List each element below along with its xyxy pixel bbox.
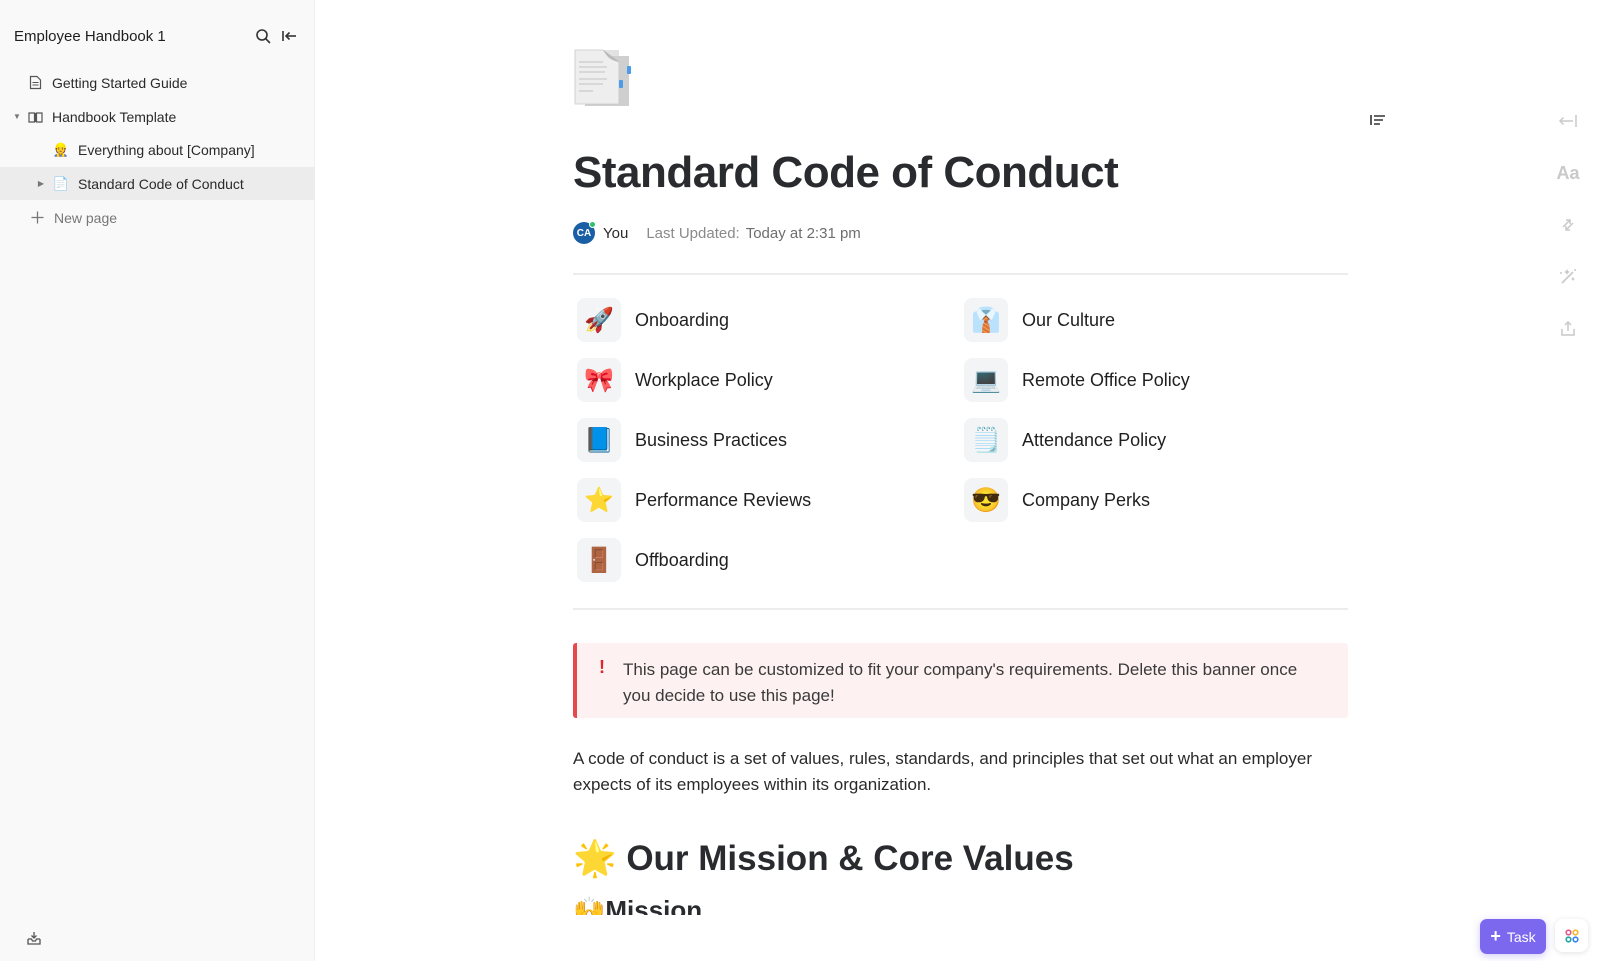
share-export-icon[interactable] xyxy=(1554,316,1582,342)
office-worker-icon: 👷 xyxy=(52,141,70,157)
page-link-workplace-policy[interactable]: 🎀 Workplace Policy xyxy=(577,358,773,402)
heading-mission[interactable]: 🙌Mission xyxy=(573,895,702,915)
star-icon: ⭐ xyxy=(577,478,621,522)
add-task-button[interactable]: + Task xyxy=(1480,919,1546,954)
sunglasses-face-icon: 😎 xyxy=(964,478,1008,522)
plus-icon: + xyxy=(1490,926,1501,946)
glowing-star-icon: 🌟 xyxy=(573,839,617,878)
raised-hands-icon: 🙌 xyxy=(573,895,606,915)
page-link-business-practices[interactable]: 📘 Business Practices xyxy=(577,418,787,462)
author-name: You xyxy=(603,224,629,242)
document-icon xyxy=(26,74,44,92)
sidebar-item-handbook-template[interactable]: ▼ Handbook Template xyxy=(0,100,315,133)
divider xyxy=(573,273,1348,275)
online-status-dot xyxy=(589,221,596,228)
sidebar-item-label: Getting Started Guide xyxy=(52,74,188,91)
collapse-right-icon[interactable] xyxy=(1554,108,1582,134)
chevron-down-icon[interactable]: ▼ xyxy=(12,112,22,121)
page-link-onboarding[interactable]: 🚀 Onboarding xyxy=(577,298,729,342)
sidebar-item-label: Everything about [Company] xyxy=(78,141,255,158)
relations-icon[interactable] xyxy=(1554,212,1582,238)
intro-paragraph[interactable]: A code of conduct is a set of values, ru… xyxy=(573,746,1348,798)
heading-mission-core-values[interactable]: 🌟 Our Mission & Core Values xyxy=(573,838,1074,879)
door-icon: 🚪 xyxy=(577,538,621,582)
last-updated-value: Today at 2:31 pm xyxy=(745,224,861,242)
search-icon[interactable] xyxy=(252,25,274,47)
avatar[interactable]: CA xyxy=(573,221,596,244)
heading-mission-clip: 🙌Mission xyxy=(573,893,1348,915)
sidebar-item-standard-code-of-conduct[interactable]: ▶ 📄 Standard Code of Conduct xyxy=(0,167,315,200)
collapse-sidebar-icon[interactable] xyxy=(278,25,300,47)
sidebar-item-label: Handbook Template xyxy=(52,108,177,125)
page-with-curl-icon[interactable] xyxy=(573,46,633,106)
necktie-icon: 👔 xyxy=(964,298,1008,342)
blue-book-icon: 📘 xyxy=(577,418,621,462)
page-meta: CA You Last Updated: Today at 2:31 pm xyxy=(573,221,861,244)
exclamation-icon: ! xyxy=(599,657,605,677)
table-of-contents-icon[interactable] xyxy=(1369,112,1387,130)
callout-banner: ! This page can be customized to fit you… xyxy=(573,643,1348,718)
chevron-right-icon[interactable]: ▶ xyxy=(36,179,46,188)
page-link-performance-reviews[interactable]: ⭐ Performance Reviews xyxy=(577,478,811,522)
new-page-label: New page xyxy=(54,209,118,226)
sidebar-header: Employee Handbook 1 xyxy=(14,24,300,48)
laptop-icon: 💻 xyxy=(964,358,1008,402)
sidebar: Employee Handbook 1 Getting Started Guid… xyxy=(0,0,315,961)
page-link-remote-office-policy[interactable]: 💻 Remote Office Policy xyxy=(964,358,1190,402)
last-updated-label: Last Updated: xyxy=(646,224,740,242)
spiral-notepad-icon: 🗒️ xyxy=(964,418,1008,462)
page-link-offboarding[interactable]: 🚪 Offboarding xyxy=(577,538,729,582)
page-facing-up-icon: 📄 xyxy=(52,175,70,191)
plus-icon xyxy=(28,209,46,227)
page-title[interactable]: Standard Code of Conduct xyxy=(573,148,1119,198)
sidebar-item-everything-about-company[interactable]: 👷 Everything about [Company] xyxy=(0,133,315,166)
sidebar-item-getting-started[interactable]: Getting Started Guide xyxy=(0,66,315,99)
inbox-download-icon[interactable] xyxy=(26,930,44,948)
sidebar-item-label: Standard Code of Conduct xyxy=(78,175,244,192)
rocket-icon: 🚀 xyxy=(577,298,621,342)
font-style-icon[interactable]: Aa xyxy=(1554,160,1582,186)
page-link-our-culture[interactable]: 👔 Our Culture xyxy=(964,298,1115,342)
page-link-attendance-policy[interactable]: 🗒️ Attendance Policy xyxy=(964,418,1166,462)
banner-text[interactable]: This page can be customized to fit your … xyxy=(623,657,1328,709)
page-link-company-perks[interactable]: 😎 Company Perks xyxy=(964,478,1150,522)
ribbon-icon: 🎀 xyxy=(577,358,621,402)
apps-grid-icon[interactable] xyxy=(1555,919,1588,952)
divider xyxy=(573,608,1348,610)
book-icon xyxy=(26,108,44,126)
workspace-title: Employee Handbook 1 xyxy=(14,27,166,45)
ai-magic-icon[interactable] xyxy=(1554,264,1582,290)
new-page-button[interactable]: New page xyxy=(0,201,315,234)
